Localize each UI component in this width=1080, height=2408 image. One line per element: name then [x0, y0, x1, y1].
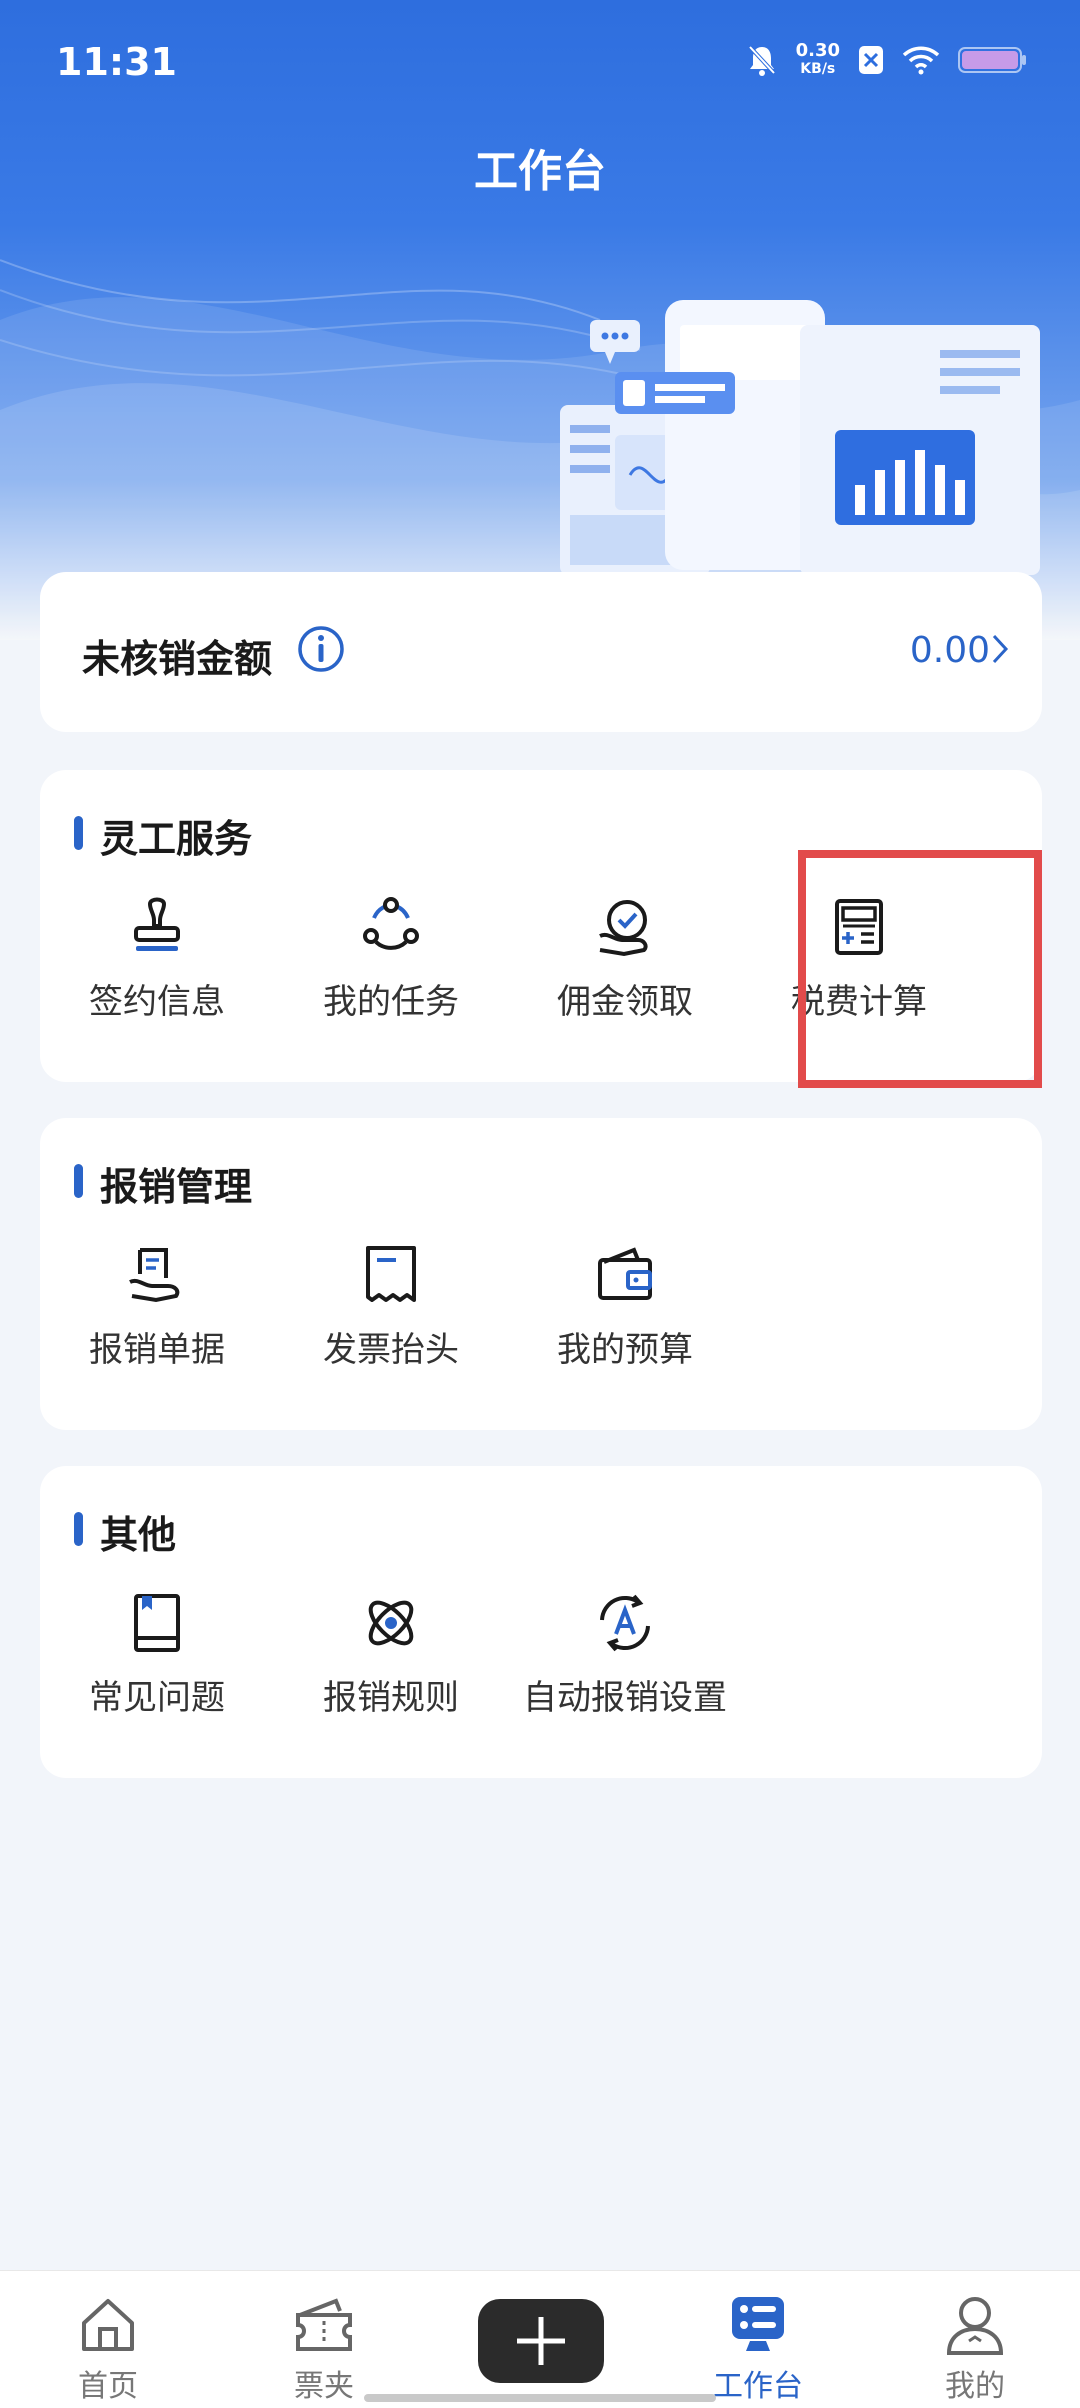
nav-label: 首页 [78, 2369, 138, 2404]
net-speed: 0.30 KB/s [795, 40, 840, 78]
balance-card[interactable]: 未核销金额 0.00 [40, 572, 1042, 732]
grid-item-invoice-title[interactable]: 发票抬头 [274, 1244, 508, 1384]
grid-item-label: 我的任务 [323, 982, 459, 1022]
header-hero: 11:31 0.30 KB/s 工作台 [0, 0, 1080, 640]
receipt-hand-icon [129, 1248, 180, 1303]
grid-item-label: 报销规则 [323, 1678, 459, 1718]
wifi-icon [902, 46, 940, 75]
section-reimbursement: 报销管理 报销单据 发票抬头 我的预算 [40, 1118, 1042, 1430]
balance-label: 未核销金额 [82, 637, 273, 681]
grid-item-my-tasks[interactable]: 我的任务 [274, 896, 508, 1036]
service-grid: 常见问题 报销规则 自动报销设置 [40, 1592, 1042, 1732]
section-other: 其他 常见问题 报销规则 自动报销设置 [40, 1466, 1042, 1778]
balance-value: 0.00 [909, 630, 990, 671]
book-icon [134, 1594, 180, 1652]
task-nodes-icon [363, 897, 419, 950]
stamp-icon [134, 897, 180, 951]
grid-item-label: 签约信息 [89, 982, 225, 1022]
highlight-box [798, 850, 1042, 1088]
nav-item-profile[interactable]: 我的 [895, 2293, 1055, 2405]
section-title: 其他 [74, 1504, 176, 1559]
status-time: 11:31 [56, 40, 177, 84]
status-icons: 0.30 KB/s [746, 42, 1028, 78]
grid-item-label: 常见问题 [89, 1678, 225, 1718]
grid-item-reimbursement-docs[interactable]: 报销单据 [40, 1244, 274, 1384]
invoice-icon [366, 1246, 416, 1302]
nav-label: 我的 [945, 2369, 1005, 2404]
grid-item-commission[interactable]: 佣金领取 [508, 896, 742, 1036]
nav-item-workbench[interactable]: 工作台 [678, 2293, 838, 2405]
grid-item-contract-info[interactable]: 签约信息 [40, 896, 274, 1036]
grid-item-faq[interactable]: 常见问题 [40, 1592, 274, 1732]
dashboard-illustration [560, 300, 1040, 575]
bell-muted-icon [748, 45, 776, 76]
status-bar: 11:31 0.30 KB/s [0, 0, 1080, 120]
atom-icon [368, 1600, 414, 1646]
service-grid: 报销单据 发票抬头 我的预算 [40, 1244, 1042, 1384]
page-title: 工作台 [474, 146, 606, 197]
wallet-icon [598, 1247, 652, 1300]
nav-item-home[interactable]: 首页 [28, 2293, 188, 2405]
info-icon[interactable] [296, 624, 346, 674]
home-indicator[interactable] [364, 2394, 716, 2402]
grid-item-my-budget[interactable]: 我的预算 [508, 1244, 742, 1384]
battery-icon [958, 47, 1026, 73]
home-icon [82, 2299, 134, 2351]
section-title: 报销管理 [74, 1156, 252, 1211]
workbench-icon [732, 2297, 784, 2351]
commission-icon [599, 900, 648, 957]
ticket-folder-icon [296, 2298, 352, 2351]
auto-refresh-icon [600, 1594, 650, 1652]
add-button[interactable] [478, 2299, 604, 2383]
grid-item-label: 佣金领取 [557, 982, 693, 1022]
close-box-icon [859, 46, 883, 74]
nav-item-ticket-folder[interactable]: 票夹 [244, 2293, 404, 2405]
grid-item-label: 发票抬头 [323, 1330, 459, 1370]
chevron-right-icon [992, 634, 1009, 664]
grid-item-label: 我的预算 [557, 1330, 693, 1370]
bottom-nav: 首页 票夹 工作台 我的 [0, 2270, 1080, 2408]
grid-item-label: 自动报销设置 [523, 1678, 727, 1718]
grid-item-reimbursement-rules[interactable]: 报销规则 [274, 1592, 508, 1732]
section-title: 灵工服务 [74, 808, 252, 863]
grid-item-label: 报销单据 [89, 1330, 225, 1370]
plus-icon [517, 2317, 565, 2365]
grid-item-auto-reimbursement[interactable]: 自动报销设置 [508, 1592, 742, 1732]
profile-icon [946, 2297, 1004, 2355]
